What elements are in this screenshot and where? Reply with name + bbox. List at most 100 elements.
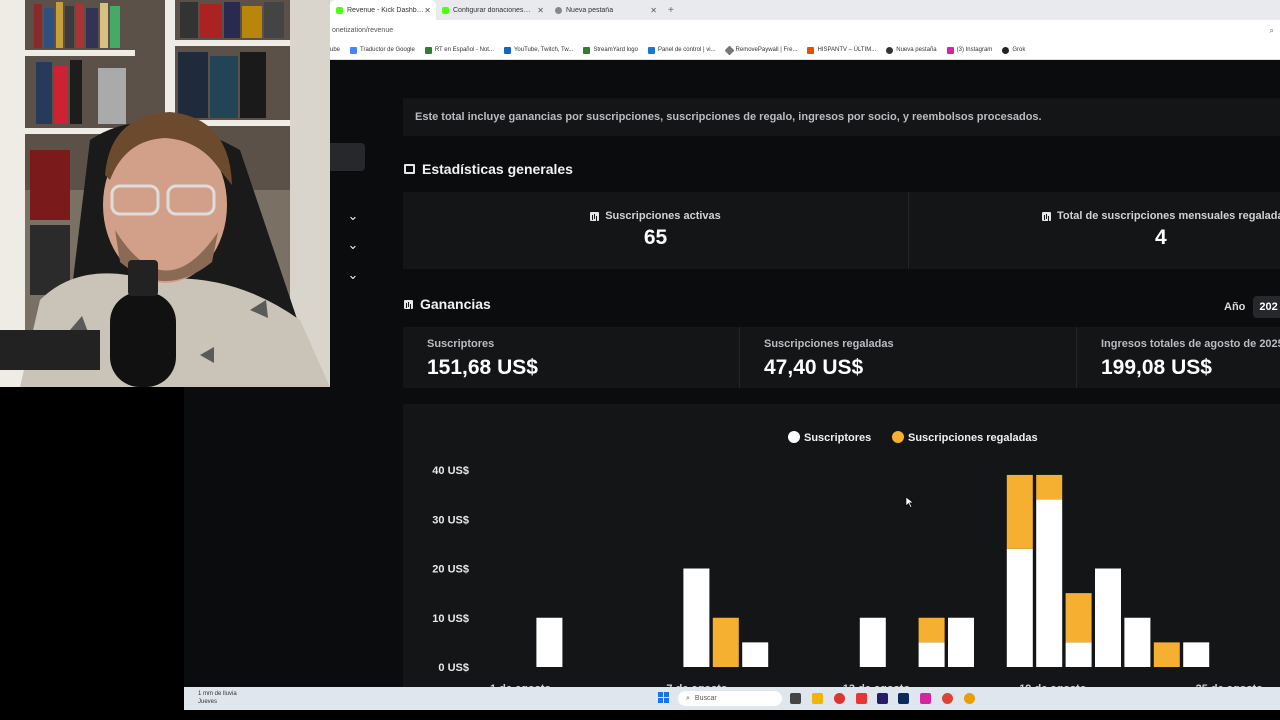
bookmark-item[interactable]: Grok bbox=[1002, 46, 1025, 54]
bookmark-item[interactable]: RemovePaywall | Fre... bbox=[724, 45, 798, 55]
bar-subscribers bbox=[683, 568, 710, 667]
bookmark-label: HISPANTV – ÚLTIM... bbox=[817, 47, 877, 53]
restream-icon bbox=[503, 46, 511, 54]
year-dropdown[interactable]: 202 bbox=[1253, 296, 1280, 318]
bar-subscribers bbox=[1183, 642, 1210, 667]
y-tick-label: 30 US$ bbox=[432, 514, 469, 526]
close-tab-icon[interactable]: ✕ bbox=[537, 6, 544, 15]
webcam-image bbox=[0, 0, 330, 387]
chart-bar-icon bbox=[404, 299, 413, 309]
stat-gifted-subscriptions: Total de suscripciones mensuales regalad… bbox=[909, 192, 1280, 269]
bar-subscribers bbox=[1124, 617, 1151, 667]
mouse-cursor-icon bbox=[905, 496, 915, 508]
earnings-heading: Ganancias bbox=[404, 296, 491, 312]
tab-donations[interactable]: Configurar donaciones Kick co ✕ bbox=[436, 0, 549, 20]
general-stats-title: Estadísticas generales bbox=[422, 161, 573, 177]
bookmark-item[interactable]: YouTube, Twitch, Tw... bbox=[503, 46, 574, 54]
app-icon[interactable] bbox=[856, 693, 867, 704]
kick-favicon-icon bbox=[442, 6, 449, 14]
bookmark-item[interactable]: StreamYard logo bbox=[583, 46, 638, 54]
y-tick-label: 40 US$ bbox=[432, 465, 469, 477]
bookmark-item[interactable]: Nueva pestaña bbox=[886, 46, 937, 54]
tab-revenue[interactable]: Revenue - Kick Dashboard ✕ bbox=[330, 0, 436, 20]
bookmark-label: YouTube, Twitch, Tw... bbox=[513, 47, 574, 53]
address-bar[interactable]: onetization/revenue ⌕ bbox=[330, 20, 1280, 41]
bar-subscribers bbox=[859, 617, 886, 667]
chevron-down-icon[interactable]: ⌄ bbox=[345, 237, 361, 253]
chrome-icon[interactable] bbox=[834, 693, 845, 704]
bookmark-label: RemovePaywall | Fre... bbox=[735, 47, 798, 53]
earnings-total: Ingresos totales de agosto de 2025 199,0… bbox=[1077, 327, 1280, 388]
windows-taskbar: 1 mm de lluvia Jueves ⌕ Buscar bbox=[184, 687, 1280, 710]
removepaywall-icon bbox=[724, 45, 734, 55]
legend-swatch bbox=[788, 431, 800, 443]
bar-subscribers bbox=[1065, 642, 1092, 667]
chrome-canary-icon[interactable] bbox=[964, 693, 975, 704]
webcam-overlay bbox=[0, 0, 330, 387]
premiere-icon[interactable] bbox=[877, 693, 888, 704]
earnings-value: 151,68 US$ bbox=[427, 356, 538, 379]
file-explorer-icon[interactable] bbox=[812, 693, 823, 704]
bookmarks-bar: ube Traductor de Google RT en Español - … bbox=[330, 41, 1280, 60]
year-selector[interactable]: Año 202 bbox=[1224, 296, 1280, 318]
year-label: Año bbox=[1224, 301, 1246, 313]
task-view-icon[interactable] bbox=[790, 693, 801, 704]
bookmark-item[interactable]: HISPANTV – ÚLTIM... bbox=[807, 46, 877, 54]
bar-subscribers bbox=[918, 642, 945, 667]
close-tab-icon[interactable]: ✕ bbox=[650, 6, 657, 15]
bookmark-label: RT en Español - Not... bbox=[434, 47, 494, 53]
earnings-bar-chart: 40 US$ 30 US$ 20 US$ 10 US$ 0 US$ Suscriptore… bbox=[432, 431, 1263, 687]
weather-day: Jueves bbox=[198, 699, 218, 705]
translate-icon bbox=[350, 46, 358, 54]
sidebar-selected-item[interactable] bbox=[330, 143, 365, 171]
earnings-value: 47,40 US$ bbox=[764, 356, 864, 379]
weather-text: 1 mm de lluvia bbox=[198, 691, 237, 697]
photoshop-icon[interactable] bbox=[898, 693, 909, 704]
browser-tab-bar: Revenue - Kick Dashboard ✕ Configurar do… bbox=[330, 0, 1280, 20]
instagram-icon bbox=[946, 46, 954, 54]
kick-favicon-icon bbox=[336, 6, 343, 14]
instagram-icon[interactable] bbox=[920, 693, 931, 704]
info-text: Este total incluye ganancias por suscrip… bbox=[415, 111, 1042, 123]
tab-new[interactable]: Nueva pestaña ✕ bbox=[549, 0, 662, 20]
bookmark-item[interactable]: Traductor de Google bbox=[350, 46, 415, 54]
legend-swatch bbox=[892, 431, 904, 443]
tab-label: Revenue - Kick Dashboard bbox=[347, 6, 425, 14]
new-tab-button[interactable]: + bbox=[662, 0, 680, 20]
search-placeholder: Buscar bbox=[694, 695, 717, 702]
y-tick-label: 10 US$ bbox=[432, 613, 469, 625]
earnings-label: Suscripciones regaladas bbox=[764, 338, 894, 350]
newtab-icon bbox=[886, 46, 894, 54]
hispantv-icon bbox=[807, 46, 815, 54]
bar-subscribers bbox=[948, 617, 974, 667]
chevron-down-icon[interactable]: ⌄ bbox=[345, 208, 361, 224]
stat-active-subscriptions: Suscripciones activas 65 bbox=[403, 192, 909, 269]
search-icon[interactable]: ⌕ bbox=[1270, 26, 1274, 36]
bottom-strip bbox=[0, 710, 1280, 720]
bookmark-item[interactable]: Panel de control | vi... bbox=[647, 46, 716, 54]
windows-start-icon[interactable] bbox=[658, 692, 669, 703]
chrome-icon[interactable] bbox=[942, 693, 953, 704]
taskbar-search[interactable]: ⌕ Buscar bbox=[678, 691, 782, 706]
legend-label: Suscripciones regaladas bbox=[908, 432, 1038, 444]
chrome-favicon-icon bbox=[555, 6, 562, 14]
earnings-title: Ganancias bbox=[420, 296, 491, 312]
bar-subscribers bbox=[1006, 548, 1033, 667]
bookmark-label: StreamYard logo bbox=[593, 47, 638, 53]
bar-gifted bbox=[1065, 593, 1092, 643]
grok-icon bbox=[1002, 46, 1010, 54]
bar-gifted bbox=[1036, 474, 1063, 500]
bar-gifted bbox=[1006, 474, 1033, 549]
close-tab-icon[interactable]: ✕ bbox=[424, 6, 431, 15]
bookmark-item[interactable]: (3) Instagram bbox=[946, 46, 992, 54]
earnings-value: 199,08 US$ bbox=[1101, 356, 1212, 379]
weather-widget[interactable]: 1 mm de lluvia Jueves bbox=[198, 690, 237, 706]
bookmark-item[interactable]: ube bbox=[330, 47, 340, 53]
bookmark-item[interactable]: RT en Español - Not... bbox=[424, 46, 494, 54]
rt-icon bbox=[424, 46, 432, 54]
chevron-down-icon[interactable]: ⌄ bbox=[345, 267, 361, 283]
earnings-label: Suscriptores bbox=[427, 338, 495, 350]
stat-label-text: Suscripciones activas bbox=[605, 210, 721, 222]
chart-bar-icon bbox=[1042, 211, 1051, 221]
y-tick-label: 0 US$ bbox=[438, 662, 469, 674]
